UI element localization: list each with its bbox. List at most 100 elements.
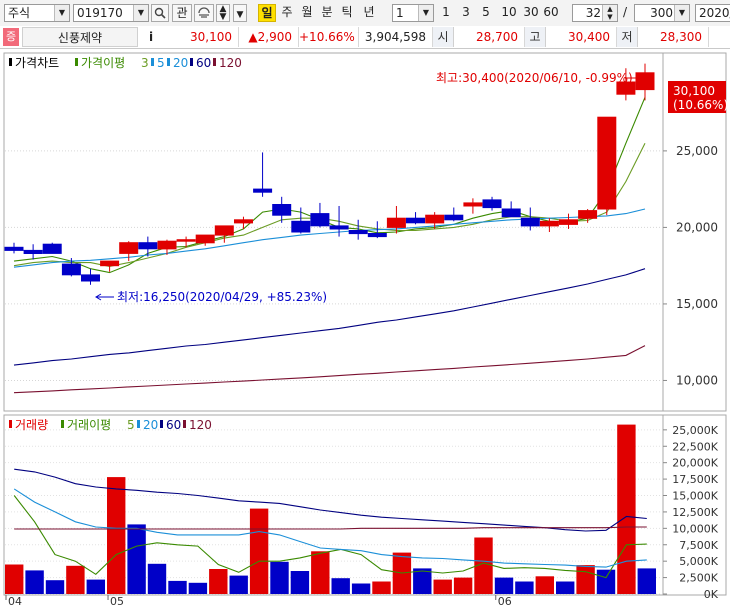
- volume-bar: [535, 576, 554, 594]
- prev-next-stepper[interactable]: ▲ ▼: [216, 4, 230, 22]
- candle-body: [463, 202, 483, 207]
- current-price: 30,100: [163, 27, 239, 47]
- chevron-down-icon[interactable]: ▼: [674, 5, 689, 21]
- tab-minute[interactable]: 분: [318, 4, 336, 22]
- x-axis: 04 05 06: [5, 595, 512, 607]
- toolbar: 주식 ▼ 019170 ▼ 관 ▲ ▼ ▼ 일 주 월 분 틱 년 1 ▼ 1 3…: [0, 0, 730, 27]
- volume-bar: [331, 578, 350, 594]
- candle-body: [157, 240, 177, 250]
- date-input[interactable]: 2020/0: [695, 4, 730, 22]
- info-button[interactable]: i: [142, 27, 160, 47]
- legend-swatch-vma20: [137, 420, 140, 428]
- legend-ma-60: 60: [196, 56, 211, 70]
- period-btn-60[interactable]: 60: [541, 4, 561, 22]
- candle-body: [176, 239, 196, 242]
- candle-body: [61, 263, 81, 276]
- volume-bar: [576, 565, 595, 594]
- search-button[interactable]: [151, 4, 169, 22]
- price-tick-label: 15,000: [676, 297, 718, 311]
- volume-bar: [188, 582, 208, 594]
- legend-swatch-price: [9, 58, 12, 66]
- volume-bar: [229, 575, 248, 594]
- last-price-label: 30,100: [673, 84, 715, 98]
- tab-weekly[interactable]: 주: [278, 4, 296, 22]
- interest-button[interactable]: 관: [172, 4, 192, 22]
- legend-swatch-vma: [61, 420, 64, 428]
- candle-body: [42, 243, 62, 254]
- chevron-down-icon[interactable]: ▼: [54, 5, 69, 21]
- volume-tick-label: 2,500K: [679, 572, 718, 585]
- candle-body: [119, 242, 139, 254]
- candle-body: [578, 210, 598, 219]
- sync-button[interactable]: [194, 4, 214, 22]
- low-price: 28,300: [637, 27, 709, 47]
- legend-price-title: 가격차트: [15, 56, 59, 70]
- candle-body: [214, 225, 234, 236]
- price-change: ▲2,900: [239, 27, 299, 47]
- legend-vma-20: 20: [143, 418, 158, 432]
- volume-bar: [209, 569, 228, 594]
- market-select[interactable]: 주식 ▼: [4, 4, 70, 22]
- period-btn-3[interactable]: 3: [458, 4, 474, 22]
- stepper-arrows-icon[interactable]: ▲ ▼: [602, 5, 617, 21]
- open-label: 시: [433, 27, 454, 47]
- stock-name[interactable]: 신풍제약: [22, 27, 138, 47]
- sync-icon: [198, 7, 210, 18]
- count-stepper[interactable]: 32 ▲ ▼: [572, 4, 618, 22]
- candle-body: [539, 220, 559, 227]
- volume-tick-label: 20,000K: [672, 457, 718, 470]
- period-btn-1[interactable]: 1: [438, 4, 454, 22]
- volume-bar: [45, 580, 65, 594]
- count-value: 32: [585, 6, 601, 20]
- volume-bar: [107, 477, 126, 594]
- volume-bar: [86, 579, 105, 594]
- menu-dropdown[interactable]: ▼: [233, 4, 247, 22]
- volume-bar: [413, 568, 432, 594]
- period-select[interactable]: 1 ▼: [392, 4, 434, 22]
- candle-body: [444, 214, 464, 221]
- legend-swatch-ma5: [151, 58, 154, 66]
- candle-body: [23, 249, 43, 254]
- volume-bar: [596, 569, 616, 594]
- price-tick-label: 10,000: [676, 373, 718, 387]
- candle-body: [291, 220, 311, 233]
- candle-body: [520, 217, 540, 227]
- candle-body: [272, 204, 292, 216]
- period-select-value: 1: [396, 6, 404, 20]
- stock-code-input[interactable]: 019170 ▼: [73, 4, 149, 22]
- volume-bar: [249, 508, 269, 594]
- period-btn-5[interactable]: 5: [478, 4, 494, 22]
- legend-swatch-ma120: [213, 58, 216, 66]
- volume-bar: [494, 577, 514, 594]
- stock-code-value: 019170: [77, 6, 123, 20]
- chevron-down-icon[interactable]: ▼: [133, 5, 148, 21]
- candle-body: [81, 274, 100, 282]
- low-annotation: 최저:16,250(2020/04/29, +85.23%): [117, 290, 327, 304]
- candle-body: [234, 219, 253, 224]
- volume-tick-label: 25,000K: [672, 424, 718, 437]
- period-btn-30[interactable]: 30: [521, 4, 541, 22]
- chart-area[interactable]: 10,000 15,000 20,000 25,000 0K 2,500K 5,000K 7…: [0, 48, 730, 607]
- tab-daily[interactable]: 일: [258, 4, 276, 22]
- change-percent: +10.66%: [299, 27, 359, 47]
- total-count-input[interactable]: 300 ▼: [634, 4, 690, 22]
- low-label: 저: [617, 27, 638, 47]
- period-btn-10[interactable]: 10: [499, 4, 519, 22]
- chevron-down-icon: ▼: [236, 10, 244, 20]
- tab-tick[interactable]: 틱: [338, 4, 356, 22]
- tab-monthly[interactable]: 월: [298, 4, 316, 22]
- candle-body: [100, 260, 120, 267]
- trade-volume: 3,904,598: [359, 27, 433, 47]
- x-tick-label: 04: [8, 595, 22, 607]
- last-pct-label: (10.66%): [673, 98, 728, 112]
- chevron-down-icon[interactable]: ▼: [418, 5, 433, 21]
- volume-bar: [5, 564, 24, 594]
- volume-bar: [127, 524, 146, 594]
- quote-bar: 증 신풍제약 i 30,100 ▲2,900 +10.66% 3,904,598…: [0, 26, 730, 49]
- legend-swatch-vma60: [160, 420, 163, 428]
- volume-bar: [637, 568, 656, 594]
- volume-bar: [290, 571, 310, 594]
- tab-yearly[interactable]: 년: [360, 4, 378, 22]
- volume-bar: [617, 424, 636, 594]
- legend-swatch-volume: [9, 420, 12, 428]
